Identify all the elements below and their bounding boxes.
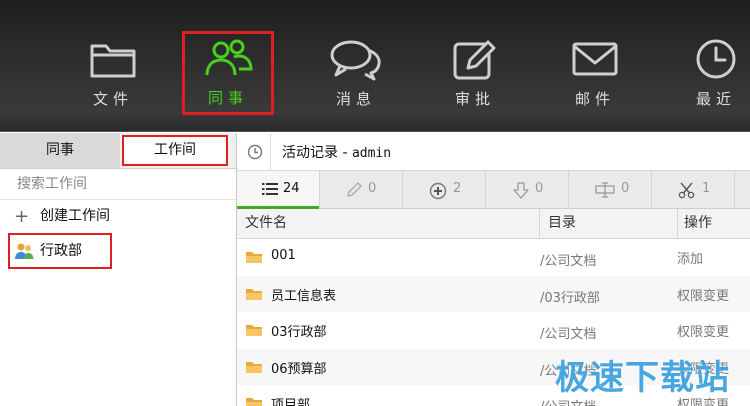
file-name: 001 [271,248,296,263]
filter-tab-cut[interactable]: 1 [652,171,735,208]
folder-icon [246,288,262,300]
toolbar-files-button[interactable]: 文件 [67,32,159,114]
file-dir: /公司文档 [540,254,597,269]
filter-tab-all[interactable]: 24 [237,171,320,209]
file-op: 权限变更 [677,288,730,304]
toolbar-mail-label: 邮件 [574,90,615,108]
activity-header: 活动记录 - admin [237,133,750,171]
table-row[interactable]: 员工信息表 /03行政部 权限变更 [237,275,750,312]
folder-icon [246,325,262,336]
create-workspace-label: 创建工作间 [40,208,110,224]
column-header-name[interactable]: 文件名 [237,209,540,239]
filter-count-move: 0 [621,181,630,196]
download-icon [513,182,529,199]
plus-circle-icon [429,182,447,200]
activity-title-user: admin [351,146,392,161]
toolbar-messages-button[interactable]: 消息 [310,32,402,114]
file-name: 06预算部 [271,361,327,377]
history-clock-icon[interactable] [247,144,263,160]
file-name: 03行政部 [271,325,327,340]
workspace-search-input[interactable]: 搜索工作间 [0,169,236,200]
filter-count-download: 0 [535,181,544,196]
header-divider [270,133,271,171]
move-icon [595,182,615,198]
folder-icon [246,252,262,263]
clock-icon [696,39,736,79]
plus-icon: + [14,206,30,227]
envelope-icon [572,42,618,76]
table-row[interactable]: 001 /公司文档 添加 [237,239,750,276]
activity-filter-tabs: 24 0 2 0 0 1 [237,171,750,209]
filter-tab-move[interactable]: 0 [569,171,652,208]
filter-count-all: 24 [283,181,300,196]
file-op: 权限变更 [677,325,730,340]
toolbar-recent-label: 最近 [695,90,736,108]
workspace-item-admin-dept[interactable]: 行政部 [8,233,112,269]
file-dir: /03行政部 [540,290,600,306]
group-icon [15,243,34,259]
toolbar-files-label: 文件 [92,90,133,108]
filter-count-edit: 0 [368,181,377,196]
file-dir: /公司文档 [540,327,597,342]
file-op: 添加 [677,252,704,267]
chat-bubbles-icon [330,40,381,81]
edit-icon [453,40,496,80]
filter-tab-add[interactable]: 2 [403,171,486,208]
toolbar-recent-button[interactable]: 最近 [670,32,750,114]
filter-tab-download[interactable]: 0 [486,171,569,208]
filter-count-cut: 1 [702,181,711,196]
column-header-op[interactable]: 操作 [678,209,750,239]
site-watermark: 极速下载站 [555,358,730,398]
activity-title: 活动记录 - admin [282,142,391,162]
toolbar-mail-button[interactable]: 邮件 [549,32,641,114]
folder-icon [246,361,262,373]
tab-workspaces[interactable]: 工作间 [122,135,228,166]
table-row[interactable]: 03行政部 /公司文档 权限变更 [237,312,750,349]
colleagues-icon [205,39,253,76]
create-workspace-button[interactable]: + 创建工作间 [0,200,236,233]
folder-icon [90,44,136,78]
column-header-dir[interactable]: 目录 [540,209,678,239]
activity-title-prefix: 活动记录 - [282,145,352,161]
toolbar-approval-label: 审批 [454,90,495,108]
left-tab-bar: 同事 工作间 [0,133,236,169]
pencil-icon [347,182,362,197]
main-toolbar: 文件 同事 消息 审批 邮件 最近 [0,0,750,132]
filter-tab-edit[interactable]: 0 [320,171,403,208]
toolbar-messages-label: 消息 [335,90,376,108]
list-icon [262,183,278,195]
folder-icon [246,398,262,406]
filter-count-add: 2 [453,181,462,196]
tab-colleagues[interactable]: 同事 [0,133,120,168]
file-table-header: 文件名 目录 操作 [237,209,750,239]
toolbar-colleagues-button[interactable]: 同事 [182,31,274,115]
file-name: 项目部 [271,398,311,406]
toolbar-colleagues-label: 同事 [207,89,248,107]
file-name: 员工信息表 [271,288,337,304]
scissors-icon [678,182,695,199]
workspace-item-label: 行政部 [40,243,82,259]
left-panel: 同事 工作间 搜索工作间 + 创建工作间 行政部 [0,133,237,406]
toolbar-approval-button[interactable]: 审批 [429,32,521,114]
